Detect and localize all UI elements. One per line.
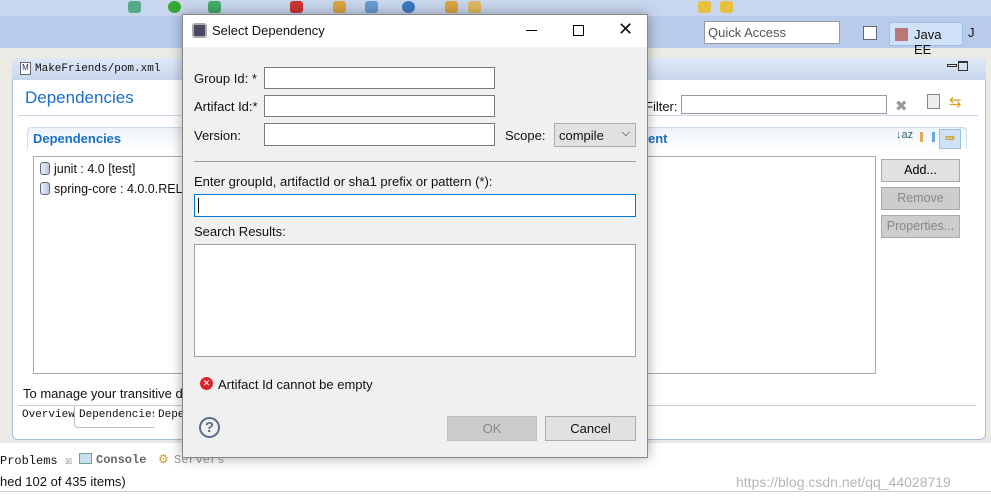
run-icon[interactable]: [168, 1, 181, 13]
sort-az-icon[interactable]: ↓az: [896, 129, 913, 141]
scope-label: Scope:: [505, 128, 546, 143]
stop-server-icon[interactable]: [290, 1, 303, 13]
minimize-icon[interactable]: [526, 30, 537, 31]
help-icon[interactable]: ?: [199, 417, 220, 438]
back-icon[interactable]: [698, 1, 711, 13]
maximize-icon[interactable]: [573, 25, 584, 36]
editor-tab-label: MakeFriends/pom.xml: [35, 63, 161, 75]
quick-access-input[interactable]: Quick Access: [704, 21, 840, 44]
search-input[interactable]: [194, 194, 636, 217]
problems-label: Problems: [0, 454, 58, 468]
section-title-management: ent: [648, 131, 668, 146]
new-service-icon[interactable]: [402, 1, 415, 13]
watermark: https://blog.csdn.net/qq_44028719: [736, 474, 951, 490]
divider: [194, 161, 636, 162]
jar-icon: [40, 162, 50, 175]
group-id-label-text: Group Id:: [194, 71, 249, 86]
tab-console[interactable]: Console: [96, 453, 146, 467]
tab-overview[interactable]: Overview: [18, 406, 79, 428]
debug-icon[interactable]: [128, 1, 141, 13]
list-item[interactable]: junit : 4.0 [test]: [40, 162, 135, 176]
error-message: Artifact Id cannot be empty: [218, 377, 373, 392]
properties-button[interactable]: Properties...: [881, 215, 960, 238]
transitive-hint: To manage your transitive d: [23, 386, 183, 401]
java-ee-icon: [895, 28, 908, 41]
perspective-java-ee[interactable]: Java EE: [889, 22, 963, 57]
tab-dependencies[interactable]: Dependencies: [74, 406, 164, 428]
artifact-id-input[interactable]: [264, 95, 495, 117]
ok-button[interactable]: OK: [447, 416, 537, 441]
run-server-icon[interactable]: [208, 1, 221, 13]
eclipse-icon: [192, 23, 207, 38]
text-cursor: [198, 198, 199, 213]
cancel-button[interactable]: Cancel: [545, 416, 636, 441]
console-icon: [79, 453, 92, 464]
perspective-java[interactable]: J: [968, 25, 975, 40]
maximize-icon[interactable]: [958, 61, 968, 71]
artifact-id-label: Artifact Id:*: [194, 99, 258, 114]
close-icon[interactable]: ☒: [65, 454, 72, 468]
jar-icon: [40, 182, 50, 195]
dependency-label: spring-core : 4.0.0.REL: [54, 182, 183, 196]
scope-select[interactable]: compile ⌵: [554, 123, 636, 147]
maven-file-icon: M: [20, 62, 31, 75]
group-id-label: Group Id: *: [194, 71, 257, 86]
problems-status: hed 102 of 435 items): [0, 474, 126, 489]
tab-problems[interactable]: Problems ☒: [0, 453, 72, 468]
page-title: Dependencies: [25, 88, 134, 107]
version-input[interactable]: [264, 123, 495, 146]
remove-button[interactable]: Remove: [881, 187, 960, 210]
open-perspective-icon[interactable]: [863, 26, 877, 40]
folder-icon[interactable]: [468, 1, 481, 13]
show-inherited-icon[interactable]: ⇛: [939, 129, 961, 149]
group-id-input[interactable]: [264, 67, 495, 89]
dialog-title: Select Dependency: [212, 23, 325, 38]
close-icon[interactable]: ✕: [618, 19, 633, 40]
filter-label: Filter:: [645, 99, 678, 114]
add-button[interactable]: Add...: [881, 159, 960, 182]
minimize-icon[interactable]: [947, 64, 957, 67]
dependency-label: junit : 4.0 [test]: [54, 162, 136, 176]
clear-filter-icon[interactable]: ✖: [895, 97, 908, 115]
list-item[interactable]: spring-core : 4.0.0.REL: [40, 182, 183, 196]
search-results-list[interactable]: [194, 244, 636, 357]
open-folder-icon[interactable]: [445, 1, 458, 13]
artifact-id-label-text: Artifact Id:: [194, 99, 253, 114]
required-mark: *: [251, 71, 257, 86]
chevron-down-icon: ⌵: [621, 127, 630, 139]
version-label: Version:: [194, 128, 241, 143]
columns-icon[interactable]: [920, 132, 935, 142]
filter-input[interactable]: [681, 95, 887, 114]
search-results-label: Search Results:: [194, 224, 286, 239]
table-header-divider: [0, 491, 991, 492]
open-pom-icon[interactable]: [927, 94, 940, 109]
forward-icon[interactable]: [720, 1, 733, 13]
select-dependency-dialog: Select Dependency ✕ Group Id: * Artifact…: [182, 14, 648, 458]
refresh-icon[interactable]: ⇆: [949, 93, 962, 111]
globe-icon[interactable]: [365, 1, 378, 13]
search-label: Enter groupId, artifactId or sha1 prefix…: [194, 174, 493, 189]
servers-icon: ⚙: [158, 452, 169, 466]
section-title: Dependencies: [33, 131, 122, 146]
dialog-title-bar: Select Dependency ✕: [183, 15, 647, 47]
scope-value: compile: [559, 128, 604, 143]
required-mark: *: [252, 99, 258, 114]
error-icon: ✕: [200, 377, 213, 390]
perspective-label: Java EE: [914, 27, 942, 57]
new-project-icon[interactable]: [333, 1, 346, 13]
